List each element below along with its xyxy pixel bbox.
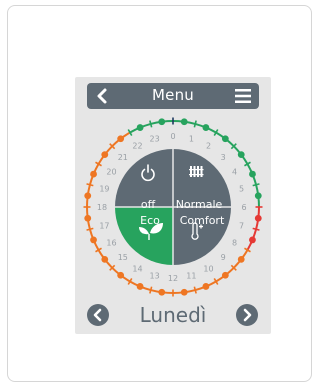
schedule-dot[interactable] — [90, 236, 97, 244]
hour-tick — [252, 227, 260, 231]
schedule-dot[interactable] — [136, 124, 144, 131]
thermostat-screen: Menu 0 1 2 3 4 5 6 7 8 9 10 11 12 13 14 15 16 17 18 19 20 21 2… — [75, 77, 271, 334]
hour-tick — [149, 286, 153, 294]
mode-comfort-label: Comfort — [179, 214, 225, 227]
schedule-dot[interactable] — [84, 192, 92, 200]
hour-label: 0 — [170, 132, 175, 141]
hour-label: 14 — [132, 264, 142, 273]
schedule-dot[interactable] — [180, 288, 188, 296]
schedule-dot[interactable] — [158, 288, 166, 296]
schedule-dot[interactable] — [221, 135, 229, 143]
hour-label: 20 — [106, 168, 116, 177]
schedule-dot[interactable] — [254, 192, 262, 200]
hour-tick — [193, 120, 197, 128]
hour-label: 11 — [186, 272, 196, 281]
hour-label: 5 — [239, 185, 244, 194]
schedule-dot[interactable] — [158, 118, 166, 126]
mode-normale-label: Normale — [175, 198, 223, 211]
schedule-dot[interactable] — [254, 214, 262, 222]
schedule-dot[interactable] — [249, 236, 256, 244]
schedule-dot[interactable] — [249, 170, 256, 178]
hour-label: 21 — [118, 153, 128, 162]
hour-label: 22 — [132, 142, 142, 151]
next-day-button[interactable] — [236, 304, 258, 326]
schedule-dot[interactable] — [101, 151, 109, 159]
chevron-right-circle-icon — [243, 308, 252, 322]
hour-label: 3 — [221, 153, 226, 162]
menu-header-bar: Menu — [87, 83, 259, 109]
mode-off-label: off — [140, 198, 156, 211]
schedule-dot[interactable] — [136, 283, 144, 290]
hour-label: 15 — [118, 253, 128, 262]
hour-tick — [86, 227, 94, 231]
schedule-dot[interactable] — [202, 283, 210, 290]
hour-label: 10 — [203, 264, 213, 273]
schedule-dot[interactable] — [180, 118, 188, 126]
schedule-dot[interactable] — [202, 124, 210, 131]
hour-label: 12 — [168, 274, 178, 283]
hour-tick — [252, 183, 260, 187]
hour-label: 7 — [239, 221, 244, 230]
hour-label: 13 — [150, 272, 160, 281]
hour-label: 9 — [221, 253, 226, 262]
hour-label: 6 — [241, 203, 246, 212]
schedule-dot[interactable] — [101, 255, 109, 263]
hour-tick — [86, 183, 94, 187]
hour-label: 2 — [206, 142, 211, 151]
thermostat-card: Menu 0 1 2 3 4 5 6 7 8 9 10 11 12 13 14 15 16 17 18 19 20 21 2… — [7, 5, 312, 382]
hour-label: 23 — [150, 134, 160, 143]
hour-label: 8 — [232, 239, 237, 248]
hour-label: 16 — [106, 239, 116, 248]
hour-label: 19 — [99, 185, 109, 194]
hamburger-menu-icon[interactable] — [234, 88, 252, 104]
schedule-dot[interactable] — [237, 151, 245, 159]
schedule-dot[interactable] — [117, 271, 125, 279]
schedule-dot[interactable] — [221, 271, 229, 279]
schedule-dot[interactable] — [84, 214, 92, 222]
hour-label: 17 — [99, 221, 109, 230]
hour-tick — [193, 286, 197, 294]
mode-eco-label: Eco — [140, 214, 160, 227]
hour-label: 4 — [232, 168, 237, 177]
schedule-dot[interactable] — [90, 170, 97, 178]
hour-tick — [149, 120, 153, 128]
hour-label: 1 — [189, 134, 194, 143]
day-navigation: Lunedì — [75, 301, 271, 329]
schedule-dot[interactable] — [237, 255, 245, 263]
hour-label: 18 — [97, 203, 107, 212]
schedule-dot[interactable] — [117, 135, 125, 143]
